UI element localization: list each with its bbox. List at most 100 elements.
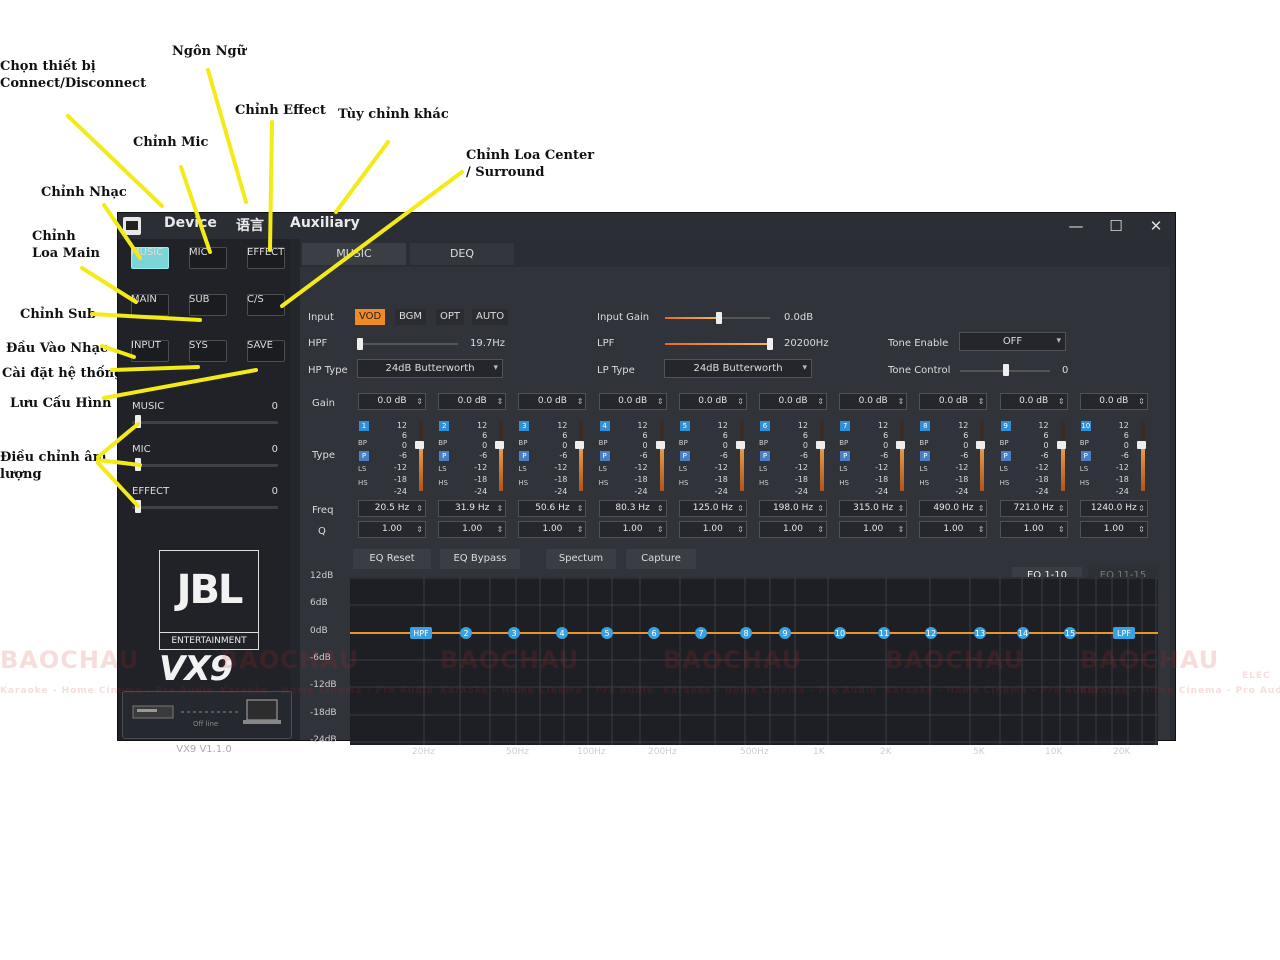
peq-type-badge[interactable]: P xyxy=(679,451,690,461)
maximize-icon[interactable]: ☐ xyxy=(1101,215,1131,237)
peq-type-badge[interactable]: P xyxy=(359,451,369,461)
close-icon[interactable]: ✕ xyxy=(1141,215,1171,237)
band-gain[interactable]: 0.0 dB xyxy=(919,393,988,410)
band-q[interactable]: 1.00 xyxy=(839,521,908,538)
eq-node-14[interactable]: 14 xyxy=(1017,627,1029,639)
input-bgm-button[interactable]: BGM xyxy=(395,309,427,325)
band-gain-bar[interactable] xyxy=(900,421,905,491)
band-gain-handle[interactable] xyxy=(575,441,585,449)
type-option-bp[interactable]: BP xyxy=(1080,439,1089,447)
eq-node-2[interactable]: 2 xyxy=(460,627,472,639)
type-option-hs[interactable]: HS xyxy=(1080,479,1090,487)
band-gain-bar[interactable] xyxy=(499,421,504,491)
type-option-bp[interactable]: BP xyxy=(919,439,928,447)
peq-type-badge[interactable]: P xyxy=(439,451,450,461)
hpf-slider[interactable] xyxy=(358,343,458,345)
type-option-bp[interactable]: BP xyxy=(679,439,688,447)
eq-node-hpf[interactable]: HPF xyxy=(410,627,432,639)
type-option-hs[interactable]: HS xyxy=(759,479,769,487)
band-gain-handle[interactable] xyxy=(735,441,745,449)
eq-spectum-button[interactable]: Spectum xyxy=(546,549,616,569)
eq-node-4[interactable]: 4 xyxy=(556,627,568,639)
volume-handle[interactable] xyxy=(135,458,141,471)
channel-button-main[interactable]: MAIN xyxy=(131,293,169,316)
eq-node-12[interactable]: 12 xyxy=(925,627,937,639)
band-freq[interactable]: 31.9 Hz xyxy=(438,500,507,517)
band-gain[interactable]: 0.0 dB xyxy=(438,393,507,410)
eq-node-lpf[interactable]: LPF xyxy=(1113,627,1135,639)
band-gain-handle[interactable] xyxy=(1056,441,1066,449)
eq-node-13[interactable]: 13 xyxy=(974,627,986,639)
lpf-slider[interactable] xyxy=(665,343,770,345)
channel-button-save[interactable]: SAVE xyxy=(247,339,285,362)
eq-node-7[interactable]: 7 xyxy=(695,627,707,639)
input-gain-handle[interactable] xyxy=(716,312,722,324)
peq-type-badge[interactable]: P xyxy=(920,451,931,461)
eq-capture-button[interactable]: Capture xyxy=(626,549,696,569)
band-gain-handle[interactable] xyxy=(816,441,825,449)
band-freq[interactable]: 20.5 Hz xyxy=(358,500,426,517)
band-gain-handle[interactable] xyxy=(1136,441,1146,449)
type-option-hs[interactable]: HS xyxy=(919,479,929,487)
channel-button-music[interactable]: MUSIC xyxy=(131,246,169,269)
type-option-ls[interactable]: LS xyxy=(759,465,767,473)
type-option-ls[interactable]: LS xyxy=(1080,465,1088,473)
tone-enable-select[interactable]: OFF xyxy=(959,332,1066,351)
band-gain[interactable]: 0.0 dB xyxy=(759,393,827,410)
band-gain[interactable]: 0.0 dB xyxy=(518,393,587,410)
type-option-hs[interactable]: HS xyxy=(438,479,448,487)
type-option-hs[interactable]: HS xyxy=(518,479,528,487)
band-freq[interactable]: 721.0 Hz xyxy=(999,500,1068,517)
menu-auxiliary[interactable]: Auxiliary xyxy=(290,215,360,231)
volume-track[interactable] xyxy=(132,506,278,509)
volume-handle[interactable] xyxy=(135,415,141,428)
type-option-ls[interactable]: LS xyxy=(518,465,526,473)
channel-button-input[interactable]: INPUT xyxy=(131,339,169,362)
tab-deq[interactable]: DEQ xyxy=(410,243,514,265)
tab-music[interactable]: MUSIC xyxy=(302,243,406,265)
volume-track[interactable] xyxy=(132,464,278,467)
eq-node-10[interactable]: 10 xyxy=(834,627,846,639)
channel-button-mic[interactable]: MIC xyxy=(189,246,227,269)
eq-eq-bypass-button[interactable]: EQ Bypass xyxy=(440,549,520,569)
type-option-ls[interactable]: LS xyxy=(358,465,366,473)
type-option-bp[interactable]: BP xyxy=(839,439,848,447)
channel-button-sub[interactable]: SUB xyxy=(189,293,227,316)
minimize-icon[interactable]: — xyxy=(1061,215,1091,237)
type-option-bp[interactable]: BP xyxy=(518,439,527,447)
type-option-ls[interactable]: LS xyxy=(839,465,847,473)
channel-button-cs[interactable]: C/S xyxy=(247,293,285,316)
peq-type-badge[interactable]: P xyxy=(1080,451,1091,461)
band-gain[interactable]: 0.0 dB xyxy=(598,393,667,410)
band-freq[interactable]: 125.0 Hz xyxy=(678,500,747,517)
type-option-hs[interactable]: HS xyxy=(839,479,849,487)
band-q[interactable]: 1.00 xyxy=(919,521,988,538)
band-gain-handle[interactable] xyxy=(415,441,424,449)
volume-track[interactable] xyxy=(132,421,278,424)
band-q[interactable]: 1.00 xyxy=(438,521,507,538)
band-gain[interactable]: 0.0 dB xyxy=(1079,393,1148,410)
band-gain-handle[interactable] xyxy=(655,441,665,449)
eq-node-6[interactable]: 6 xyxy=(648,627,660,639)
eq-node-8[interactable]: 8 xyxy=(740,627,752,639)
peq-type-badge[interactable]: P xyxy=(760,451,770,461)
type-option-bp[interactable]: BP xyxy=(438,439,447,447)
band-q[interactable]: 1.00 xyxy=(598,521,667,538)
band-gain-bar[interactable] xyxy=(980,421,985,491)
band-freq[interactable]: 315.0 Hz xyxy=(839,500,908,517)
band-gain[interactable]: 0.0 dB xyxy=(358,393,426,410)
type-option-bp[interactable]: BP xyxy=(358,439,367,447)
volume-handle[interactable] xyxy=(135,500,141,513)
type-option-ls[interactable]: LS xyxy=(679,465,687,473)
band-gain[interactable]: 0.0 dB xyxy=(678,393,747,410)
band-freq[interactable]: 1240.0 Hz xyxy=(1079,500,1148,517)
band-freq[interactable]: 50.6 Hz xyxy=(518,500,587,517)
device-connection-button[interactable]: Off line xyxy=(122,691,292,739)
band-gain-bar[interactable] xyxy=(579,421,584,491)
type-option-hs[interactable]: HS xyxy=(358,479,368,487)
peq-type-badge[interactable]: P xyxy=(1000,451,1011,461)
band-gain-bar[interactable] xyxy=(820,421,824,491)
band-q[interactable]: 1.00 xyxy=(759,521,827,538)
hp-type-select[interactable]: 24dB Butterworth xyxy=(357,359,503,378)
type-option-ls[interactable]: LS xyxy=(919,465,927,473)
